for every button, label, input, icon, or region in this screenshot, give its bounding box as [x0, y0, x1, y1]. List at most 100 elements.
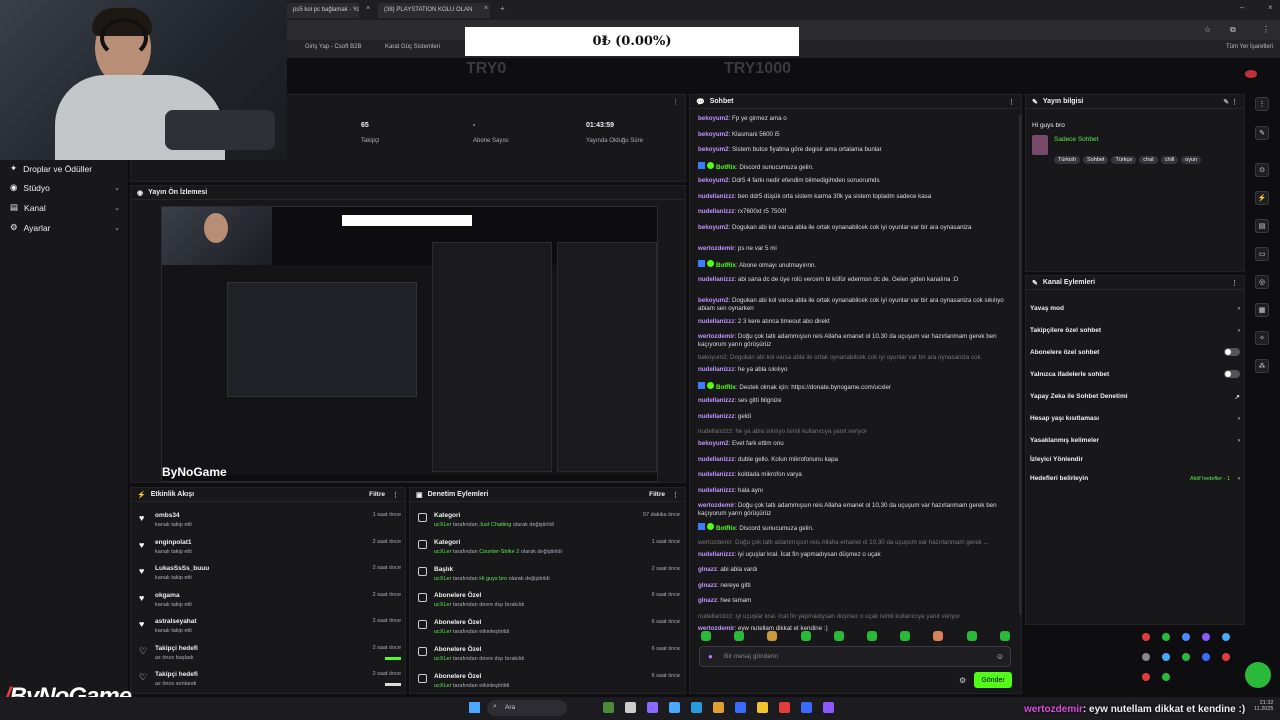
chat-username[interactable]: nudellanizzz — [698, 487, 734, 494]
side-menu-icon[interactable]: ⋮ — [1255, 97, 1269, 111]
chat-username[interactable]: nudellanizzz — [698, 413, 734, 420]
activity-user[interactable]: Takipçi hedefi — [155, 645, 198, 652]
taskbar-app-icon[interactable] — [691, 702, 702, 713]
activity-user[interactable]: astralseyahat — [155, 618, 197, 625]
audit-user[interactable]: ucXLer — [434, 602, 451, 608]
account-age-restriction[interactable]: Hesap yaşı kısıtlaması › — [1030, 415, 1240, 422]
taskbar-app-icon[interactable] — [801, 702, 812, 713]
chat-username[interactable]: nudellanizzz — [698, 397, 734, 404]
chat-username[interactable]: BotRix — [716, 262, 736, 269]
chat-scrollbar[interactable] — [1019, 115, 1022, 615]
side-signal-icon[interactable]: ◎ — [1255, 275, 1269, 289]
audit-user[interactable]: ucXLer — [434, 576, 451, 582]
sidebar-item-channel[interactable]: ▤ Kanal ⌄ — [10, 202, 120, 213]
side-wrench-icon[interactable]: ✧ — [1255, 331, 1269, 345]
subs-only-chat[interactable]: Abonelere özel sohbet — [1030, 348, 1240, 356]
close-icon[interactable]: × — [484, 5, 488, 12]
new-tab-icon[interactable]: + — [500, 4, 505, 13]
chat-username[interactable]: bekoyum2 — [698, 146, 729, 153]
tray-app-icon[interactable] — [1162, 633, 1170, 641]
menu-icon[interactable]: ⋮ — [1262, 25, 1270, 34]
emote-icon[interactable] — [833, 631, 844, 641]
side-camera-icon[interactable]: ⊙ — [1255, 163, 1269, 177]
tray-app-icon[interactable] — [1162, 653, 1170, 661]
emote-icon[interactable] — [933, 631, 944, 641]
browser-tab[interactable]: ps5 kol pc bağlamak - You — [287, 3, 359, 18]
emote-only-toggle[interactable] — [1224, 370, 1240, 378]
taskbar-app-icon[interactable] — [735, 702, 746, 713]
activity-user[interactable]: ombs34 — [155, 512, 180, 519]
side-doc-icon[interactable]: ▤ — [1255, 219, 1269, 233]
audit-user[interactable]: ucXLer — [434, 522, 451, 528]
chat-username[interactable]: glnazz — [698, 566, 717, 573]
taskbar-app-icon[interactable] — [779, 702, 790, 713]
subs-only-toggle[interactable] — [1224, 348, 1240, 356]
chat-username[interactable]: nudellanizzz — [698, 366, 734, 373]
audit-user[interactable]: ucXLer — [434, 683, 451, 689]
chat-username[interactable]: nudellanizzz — [698, 471, 734, 478]
edit-icon[interactable]: ✎ ⋮ — [1223, 98, 1238, 106]
tray-app-icon[interactable] — [1142, 633, 1150, 641]
chat-username[interactable]: bekoyum2 — [698, 297, 729, 304]
side-edit-icon[interactable]: ✎ — [1255, 126, 1269, 140]
chat-username[interactable]: glnazz — [698, 597, 717, 604]
emote-icon[interactable] — [701, 631, 711, 641]
tray-app-icon[interactable] — [1222, 653, 1230, 661]
windows-start-icon[interactable] — [469, 702, 480, 713]
tray-app-icon[interactable] — [1142, 653, 1150, 661]
chat-username[interactable]: nudellanizzz — [698, 551, 734, 558]
side-share-icon[interactable]: ⁂ — [1255, 359, 1269, 373]
sidebar-item-studio[interactable]: ◉ Stüdyo ⌄ — [10, 182, 120, 193]
side-chat-icon[interactable]: ▭ — [1255, 247, 1269, 261]
chat-username[interactable]: bekoyum2 — [698, 440, 729, 447]
taskbar-app-icon[interactable] — [647, 702, 658, 713]
more-icon[interactable]: ⋮ — [672, 491, 679, 499]
chat-username[interactable]: nudellanizzz — [698, 456, 734, 463]
tray-app-icon[interactable] — [1182, 633, 1190, 641]
filter-button[interactable]: Filtre — [369, 491, 385, 498]
tag[interactable]: chill — [1160, 156, 1179, 164]
emote-icon[interactable] — [800, 631, 811, 641]
taskbar-app-icon[interactable] — [603, 702, 614, 713]
set-goals[interactable]: Hedefleri belirleyin Aktif hedefler - 1 › — [1030, 475, 1240, 482]
audit-user[interactable]: ucXLer — [434, 656, 451, 662]
chat-username[interactable]: bekoyum2 — [698, 224, 729, 231]
mic-icon[interactable]: ● — [708, 652, 713, 661]
taskbar-app-icon[interactable] — [823, 702, 834, 713]
taskbar-search[interactable]: Ara ⌕ — [487, 700, 567, 716]
audit-user[interactable]: ucXLer — [434, 629, 451, 635]
extensions-icon[interactable]: ⧉ — [1230, 25, 1236, 35]
chat-username[interactable]: nudellanizzz — [698, 276, 734, 283]
chat-username[interactable]: wertozdemir — [698, 333, 734, 340]
tag[interactable]: Türkçe — [1111, 156, 1137, 164]
taskbar-app-icon[interactable] — [669, 702, 680, 713]
emote-icon[interactable] — [767, 631, 778, 641]
more-icon[interactable]: ⋮ — [672, 98, 679, 106]
star-icon[interactable]: ☆ — [1204, 25, 1211, 34]
chat-username[interactable]: bekoyum2 — [698, 131, 729, 138]
chat-username[interactable]: nudellanizzz — [698, 208, 734, 215]
side-layout-icon[interactable]: ▦ — [1255, 303, 1269, 317]
emote-icon[interactable] — [734, 631, 745, 641]
activity-user[interactable]: Takipçi hedefi — [155, 671, 198, 678]
emote-icon[interactable] — [999, 631, 1010, 641]
preview-video[interactable]: ByNoGame — [161, 206, 658, 482]
more-icon[interactable]: ⋮ — [1231, 279, 1238, 287]
sidebar-item-settings[interactable]: ⚙ Ayarlar ⌄ — [10, 222, 120, 233]
emoji-icon[interactable]: ☺ — [996, 652, 1004, 661]
more-icon[interactable]: ⋮ — [1008, 98, 1015, 106]
emote-icon[interactable] — [900, 631, 911, 641]
close-icon[interactable]: × — [366, 5, 370, 12]
more-icon[interactable]: ⋮ — [392, 491, 399, 499]
tray-app-icon[interactable] — [1202, 653, 1210, 661]
chat-username[interactable]: BotRix — [716, 164, 736, 171]
taskbar-app-icon[interactable] — [713, 702, 724, 713]
taskbar-app-icon[interactable] — [625, 702, 636, 713]
bookmark[interactable]: Karat Güç Sistemleri — [385, 44, 440, 50]
taskbar-app-icon[interactable] — [757, 702, 768, 713]
emote-only-chat[interactable]: Yalnızca ifadelerle sohbet — [1030, 370, 1240, 378]
sidebar-item-drops[interactable]: ✦ Droplar ve Ödüller — [10, 163, 120, 174]
assistant-icon[interactable] — [1245, 662, 1271, 688]
tag[interactable]: chat — [1139, 156, 1158, 164]
bookmark-folder[interactable]: Tüm Yer İşaretleri — [1226, 44, 1273, 50]
